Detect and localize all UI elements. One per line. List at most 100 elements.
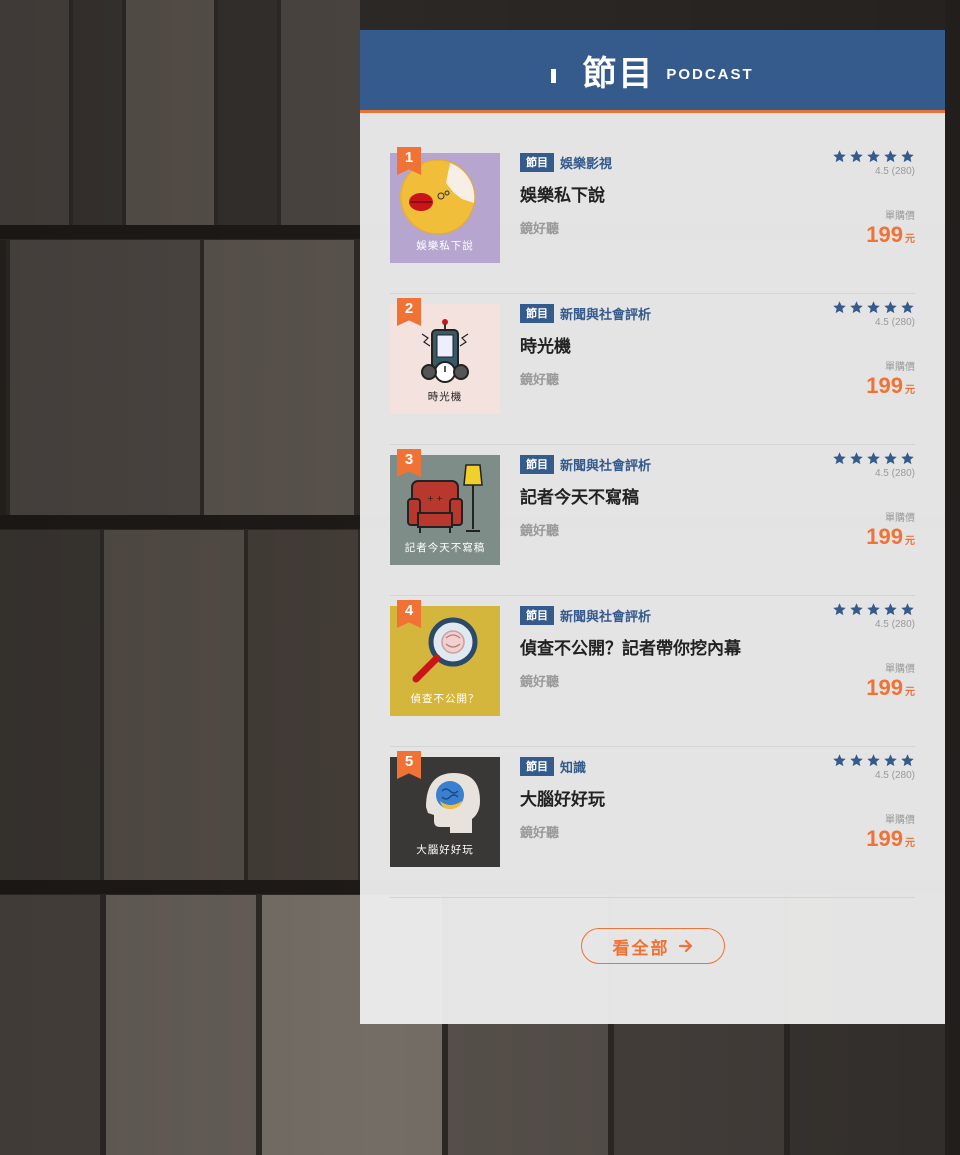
header-accent-mark: [551, 69, 557, 83]
star-icon: [901, 301, 914, 314]
star-icon: [884, 150, 897, 163]
star-icon: [867, 150, 880, 163]
list-item[interactable]: 2 時光機 節目 新聞與社會評析 時光機 鏡好聽 4.5 (280) 單購價 1…: [390, 294, 915, 445]
item-price-area: 4.5 (280) 單購價 199 元: [795, 596, 915, 701]
cover-label: 娛樂私下說: [416, 240, 474, 252]
category-link[interactable]: 新聞與社會評析: [560, 455, 651, 474]
item-title[interactable]: 娛樂私下說: [520, 181, 612, 206]
price-label: 單購價: [885, 664, 915, 675]
star-icon: [850, 150, 863, 163]
star-icon: [901, 150, 914, 163]
item-price-area: 4.5 (280) 單購價 199 元: [795, 294, 915, 399]
star-rating: [795, 753, 915, 768]
item-price-area: 4.5 (280) 單購價 199 元: [795, 445, 915, 550]
price: 199 元: [795, 373, 915, 399]
star-icon: [884, 301, 897, 314]
star-icon: [867, 452, 880, 465]
item-meta: 節目 新聞與社會評析 記者今天不寫稿 鏡好聽: [520, 455, 651, 539]
star-rating: [795, 300, 915, 315]
see-all-button[interactable]: 看全部: [581, 928, 725, 964]
price-label: 單購價: [885, 211, 915, 222]
price-unit: 元: [905, 234, 915, 245]
price: 199 元: [795, 826, 915, 852]
panel-title: 節目: [582, 53, 655, 94]
price-value: 199: [866, 675, 903, 700]
price-unit: 元: [905, 536, 915, 547]
publisher-name: 鏡好聽: [520, 826, 560, 841]
item-title[interactable]: 偵查不公開？記者帶你挖內幕: [520, 634, 741, 659]
star-icon: [833, 452, 846, 465]
cover-label: 記者今天不寫稿: [404, 542, 486, 554]
list-item[interactable]: 1 娛樂私下說 節目 娛樂影視 娛樂私下說 鏡好聽 4.5 (280) 單購價 …: [390, 143, 915, 294]
price-label: 單購價: [885, 513, 915, 524]
rating-text: 4.5 (280): [874, 166, 915, 177]
arrow-right-icon: [678, 939, 692, 953]
price-value: 199: [866, 222, 903, 247]
price-unit: 元: [905, 687, 915, 698]
rating-text: 4.5 (280): [874, 468, 915, 479]
cover-label: 大腦好好玩: [416, 844, 474, 856]
price-value: 199: [866, 826, 903, 851]
publisher-name: 鏡好聽: [520, 222, 560, 237]
category-link[interactable]: 娛樂影視: [560, 153, 612, 172]
panel-header: 節目 PODCAST: [360, 30, 945, 113]
rating-text: 4.5 (280): [874, 619, 915, 630]
type-badge: 節目: [520, 455, 554, 474]
star-icon: [901, 603, 914, 616]
category-link[interactable]: 新聞與社會評析: [560, 606, 651, 625]
price: 199 元: [795, 222, 915, 248]
publisher-name: 鏡好聽: [520, 675, 560, 690]
price-value: 199: [866, 373, 903, 398]
price: 199 元: [795, 524, 915, 550]
publisher-name: 鏡好聽: [520, 373, 560, 388]
type-badge: 節目: [520, 304, 554, 323]
star-icon: [901, 452, 914, 465]
star-icon: [901, 754, 914, 767]
item-title[interactable]: 記者今天不寫稿: [520, 483, 651, 508]
type-badge: 節目: [520, 153, 554, 172]
star-icon: [884, 452, 897, 465]
star-icon: [833, 603, 846, 616]
star-icon: [833, 150, 846, 163]
item-meta: 節目 新聞與社會評析 時光機 鏡好聽: [520, 304, 651, 388]
item-meta: 節目 新聞與社會評析 偵查不公開？記者帶你挖內幕 鏡好聽: [520, 606, 741, 690]
panel-subtitle: PODCAST: [666, 65, 754, 83]
price-label: 單購價: [885, 362, 915, 373]
star-icon: [833, 754, 846, 767]
star-icon: [884, 603, 897, 616]
star-rating: [795, 602, 915, 617]
star-icon: [850, 452, 863, 465]
item-meta: 節目 娛樂影視 娛樂私下說 鏡好聽: [520, 153, 612, 237]
list-item[interactable]: 5 大腦好好玩 節目 知識 大腦好好玩 鏡好聽 4.5 (280) 單購價 19…: [390, 747, 915, 898]
podcast-list: 1 娛樂私下說 節目 娛樂影視 娛樂私下說 鏡好聽 4.5 (280) 單購價 …: [390, 143, 915, 898]
item-title[interactable]: 大腦好好玩: [520, 785, 605, 810]
category-link[interactable]: 新聞與社會評析: [560, 304, 651, 323]
rating-text: 4.5 (280): [874, 770, 915, 781]
price-value: 199: [866, 524, 903, 549]
item-price-area: 4.5 (280) 單購價 199 元: [795, 143, 915, 248]
cover-label: 時光機: [427, 391, 463, 403]
item-meta: 節目 知識 大腦好好玩 鏡好聽: [520, 757, 605, 841]
item-title[interactable]: 時光機: [520, 332, 651, 357]
star-icon: [850, 301, 863, 314]
item-price-area: 4.5 (280) 單購價 199 元: [795, 747, 915, 852]
type-badge: 節目: [520, 757, 554, 776]
list-item[interactable]: 3 + + 記者今天不寫稿 節目 新聞與社會評析 記者今天不寫稿 鏡好聽 4.5…: [390, 445, 915, 596]
publisher-name: 鏡好聽: [520, 524, 560, 539]
rating-text: 4.5 (280): [874, 317, 915, 328]
cover-label: 偵查不公開？: [410, 693, 480, 705]
podcast-panel: 節目 PODCAST 1 娛樂私下說 節目 娛樂影視 娛樂私下說 鏡好聽 4.5…: [360, 30, 945, 1024]
star-icon: [867, 603, 880, 616]
svg-text:+ +: + +: [427, 494, 443, 503]
star-icon: [850, 754, 863, 767]
price-unit: 元: [905, 838, 915, 849]
category-link[interactable]: 知識: [560, 757, 586, 776]
star-rating: [795, 149, 915, 164]
price-unit: 元: [905, 385, 915, 396]
star-icon: [867, 301, 880, 314]
star-rating: [795, 451, 915, 466]
star-icon: [884, 754, 897, 767]
star-icon: [833, 301, 846, 314]
list-item[interactable]: 4 偵查不公開？ 節目 新聞與社會評析 偵查不公開？記者帶你挖內幕 鏡好聽 4.…: [390, 596, 915, 747]
star-icon: [850, 603, 863, 616]
